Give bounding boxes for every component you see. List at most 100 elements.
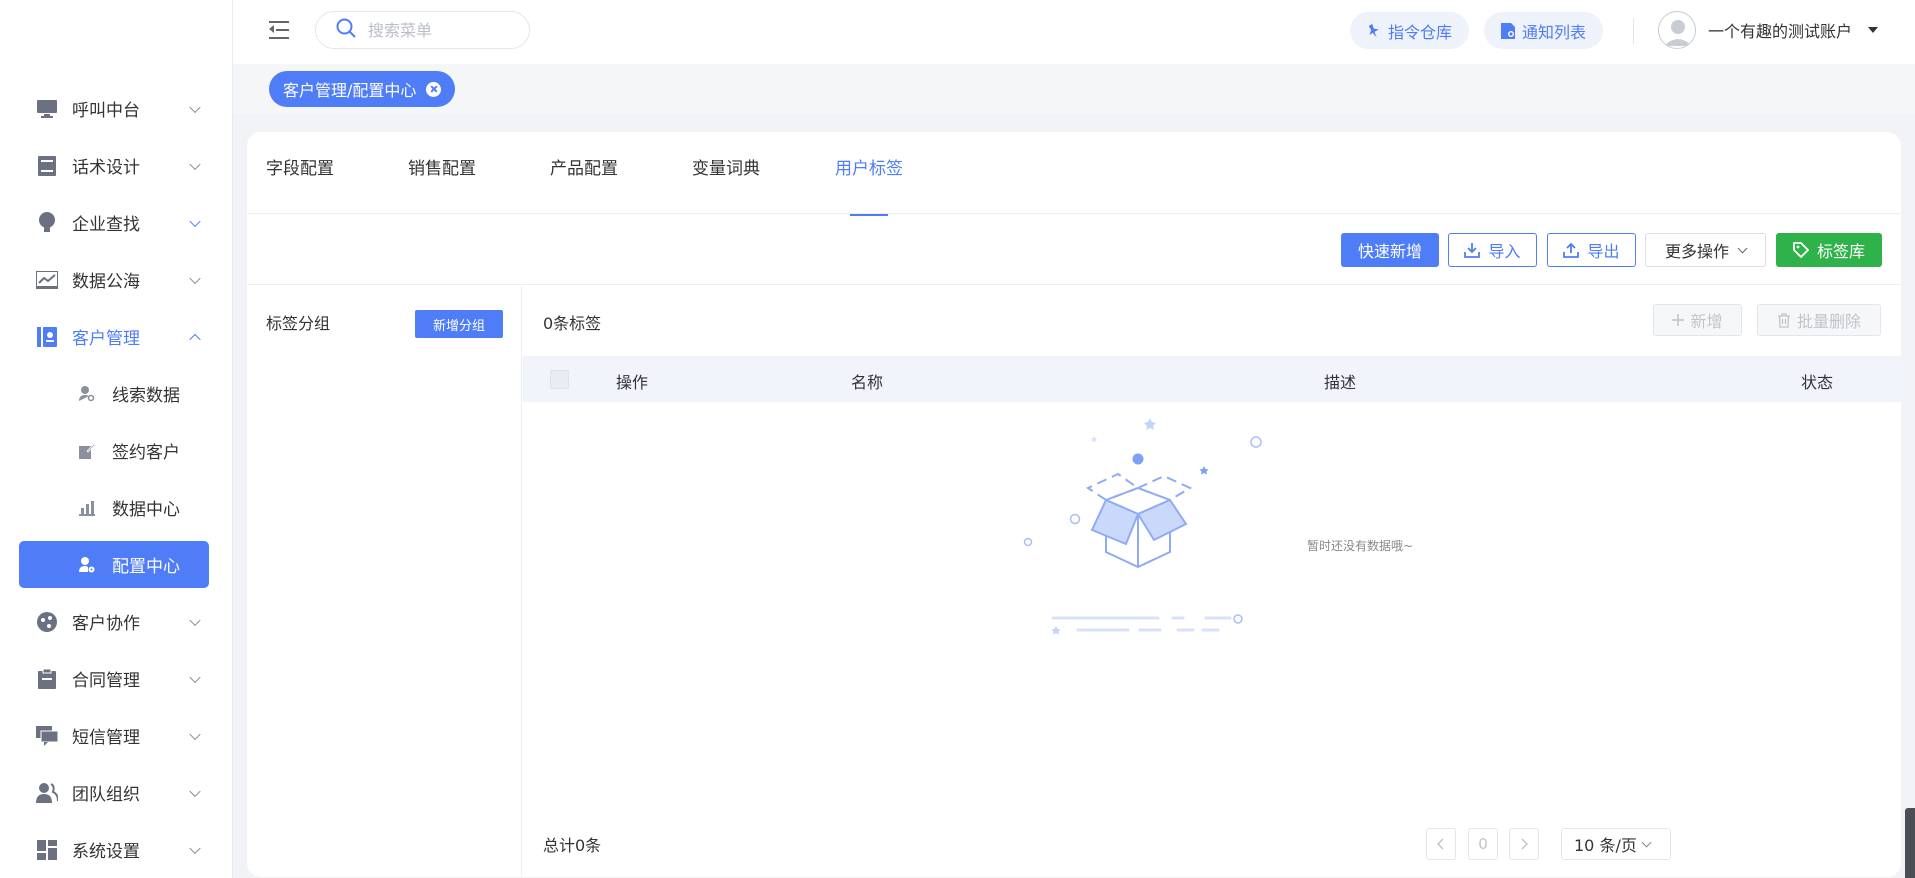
quick-add-button[interactable]: 快速新增 <box>1341 233 1439 267</box>
user-gear-icon <box>78 556 96 574</box>
team-icon <box>36 782 58 804</box>
tab-product-config[interactable]: 产品配置 <box>550 154 618 214</box>
column-header: 操作 <box>616 373 649 392</box>
username: 一个有趣的测试账户 <box>1708 22 1853 41</box>
export-button[interactable]: 导出 <box>1547 233 1636 267</box>
sidebar-item-script-design[interactable]: 话术设计 <box>0 137 233 194</box>
sidebar-item-data-pool[interactable]: 数据公海 <box>0 251 233 308</box>
chevron-down-icon <box>189 272 201 284</box>
tab-variable-dictionary[interactable]: 变量词典 <box>692 154 760 214</box>
sidebar-menu: 呼叫中台 话术设计 企业查找 数据公海 客户管理 线索数据 签约客户 数据中心 … <box>0 80 233 878</box>
bar-chart-icon <box>78 499 96 517</box>
sidebar-subitem-label: 配置中心 <box>112 557 180 577</box>
import-button[interactable]: 导入 <box>1448 233 1537 267</box>
import-label: 导入 <box>1488 242 1521 261</box>
sidebar-item-sms-management[interactable]: 短信管理 <box>0 707 233 764</box>
tab-field-config[interactable]: 字段配置 <box>266 154 334 214</box>
tab-label: 用户标签 <box>835 159 903 179</box>
monitor-icon <box>36 98 58 120</box>
command-repo-button[interactable]: 指令仓库 <box>1350 12 1470 49</box>
caret-down-icon <box>1868 27 1879 33</box>
toolbar: 快速新增 导入 导出 更多操作 标签库 <box>247 215 1901 285</box>
sidebar-item-label: 客户管理 <box>72 329 140 349</box>
empty-message: 暂时还没有数据哦~ <box>1307 539 1414 553</box>
tab-sales-config[interactable]: 销售配置 <box>408 154 476 214</box>
batch-delete-label: 批量删除 <box>1796 312 1861 331</box>
sidebar-subitem-signed-customers[interactable]: 签约客户 <box>0 422 233 479</box>
sidebar-item-label: 话术设计 <box>72 158 140 178</box>
menu-collapse-icon[interactable] <box>269 20 289 40</box>
scrollbar[interactable] <box>1905 808 1915 878</box>
sidebar-item-label: 客户协作 <box>72 614 140 634</box>
column-header: 描述 <box>1324 373 1357 392</box>
more-operations-label: 更多操作 <box>1664 242 1729 261</box>
chevron-left-icon <box>1437 838 1444 850</box>
sidebar-item-contract-management[interactable]: 合同管理 <box>0 650 233 707</box>
add-group-button[interactable]: 新增分组 <box>415 310 503 338</box>
chevron-down-icon <box>189 614 201 626</box>
sidebar-subitem-label: 线索数据 <box>112 386 180 406</box>
chart-icon <box>36 269 58 291</box>
message-icon <box>36 725 58 747</box>
tag-group-pane: 标签分组 新增分组 <box>247 286 522 877</box>
sidebar-item-system-settings[interactable]: 系统设置 <box>0 821 233 878</box>
sidebar-item-label: 数据公海 <box>72 272 140 292</box>
total-count: 总计0条 <box>543 836 602 855</box>
search-box <box>315 11 530 49</box>
column-header: 名称 <box>851 373 884 392</box>
sidebar-item-customer-management[interactable]: 客户管理 <box>0 308 233 365</box>
contacts-icon <box>36 326 58 348</box>
route-tag[interactable]: 客户管理/配置中心 <box>269 71 456 107</box>
chevron-down-icon <box>189 842 201 854</box>
tab-user-tags[interactable]: 用户标签 <box>835 154 903 216</box>
chevron-down-icon <box>1737 243 1748 253</box>
user-search-icon <box>78 385 96 403</box>
book-icon <box>36 155 58 177</box>
close-icon[interactable] <box>426 81 442 97</box>
main-card: 字段配置 销售配置 产品配置 变量词典 用户标签 快速新增 导入 导出 更多操作 <box>247 132 1901 877</box>
sidebar-subitem-data-center[interactable]: 数据中心 <box>0 479 233 536</box>
user-menu[interactable]: 一个有趣的测试账户 <box>1658 11 1879 49</box>
chevron-down-icon <box>189 785 201 797</box>
tag-icon <box>1793 242 1809 258</box>
more-operations-dropdown[interactable]: 更多操作 <box>1645 233 1766 267</box>
export-label: 导出 <box>1587 242 1620 261</box>
route-tags-bar: 客户管理/配置中心 <box>233 64 1915 114</box>
sidebar-item-team-org[interactable]: 团队组织 <box>0 764 233 821</box>
route-tag-label: 客户管理/配置中心 <box>283 81 417 100</box>
prev-page-button[interactable] <box>1426 828 1456 860</box>
sidebar-item-label: 企业查找 <box>72 215 140 235</box>
edit-icon <box>78 442 96 460</box>
upload-icon <box>1563 242 1580 258</box>
table-header: 操作 名称 描述 状态 <box>523 356 1901 402</box>
tab-label: 字段配置 <box>266 159 334 179</box>
page-size-select[interactable]: 10 条/页 <box>1561 828 1671 860</box>
grid-icon <box>36 839 58 861</box>
sidebar-item-enterprise-search[interactable]: 企业查找 <box>0 194 233 251</box>
collab-icon <box>36 611 58 633</box>
page-number[interactable]: 0 <box>1468 828 1498 860</box>
sidebar-subitem-config-center[interactable]: 配置中心 <box>19 541 209 588</box>
notice-list-button[interactable]: 通知列表 <box>1484 12 1604 49</box>
trash-icon <box>1777 312 1791 328</box>
search-icon <box>336 18 356 42</box>
tag-list-pane: 0条标签 新增 批量删除 操作 名称 描述 状态 暂时还没有数据哦~ 总计0条 … <box>523 286 1901 877</box>
tag-library-label: 标签库 <box>1816 242 1865 261</box>
next-page-button[interactable] <box>1509 828 1539 860</box>
sidebar-item-call-center[interactable]: 呼叫中台 <box>0 80 233 137</box>
batch-delete-button[interactable]: 批量删除 <box>1757 304 1881 336</box>
search-input[interactable] <box>368 20 518 40</box>
tag-library-button[interactable]: 标签库 <box>1776 233 1882 267</box>
download-icon <box>1464 242 1481 258</box>
top-bar: 指令仓库 通知列表 一个有趣的测试账户 <box>233 0 1915 64</box>
add-tag-button[interactable]: 新增 <box>1653 304 1742 336</box>
sidebar: 呼叫中台 话术设计 企业查找 数据公海 客户管理 线索数据 签约客户 数据中心 … <box>0 0 233 878</box>
sidebar-subitem-leads[interactable]: 线索数据 <box>0 365 233 422</box>
sidebar-item-label: 合同管理 <box>72 671 140 691</box>
chevron-up-icon <box>189 333 201 345</box>
sidebar-subitem-label: 数据中心 <box>112 500 180 520</box>
select-all-checkbox[interactable] <box>550 370 569 389</box>
sidebar-item-customer-collab[interactable]: 客户协作 <box>0 593 233 650</box>
tag-group-title: 标签分组 <box>266 314 331 333</box>
sidebar-subitem-label: 签约客户 <box>112 443 180 463</box>
